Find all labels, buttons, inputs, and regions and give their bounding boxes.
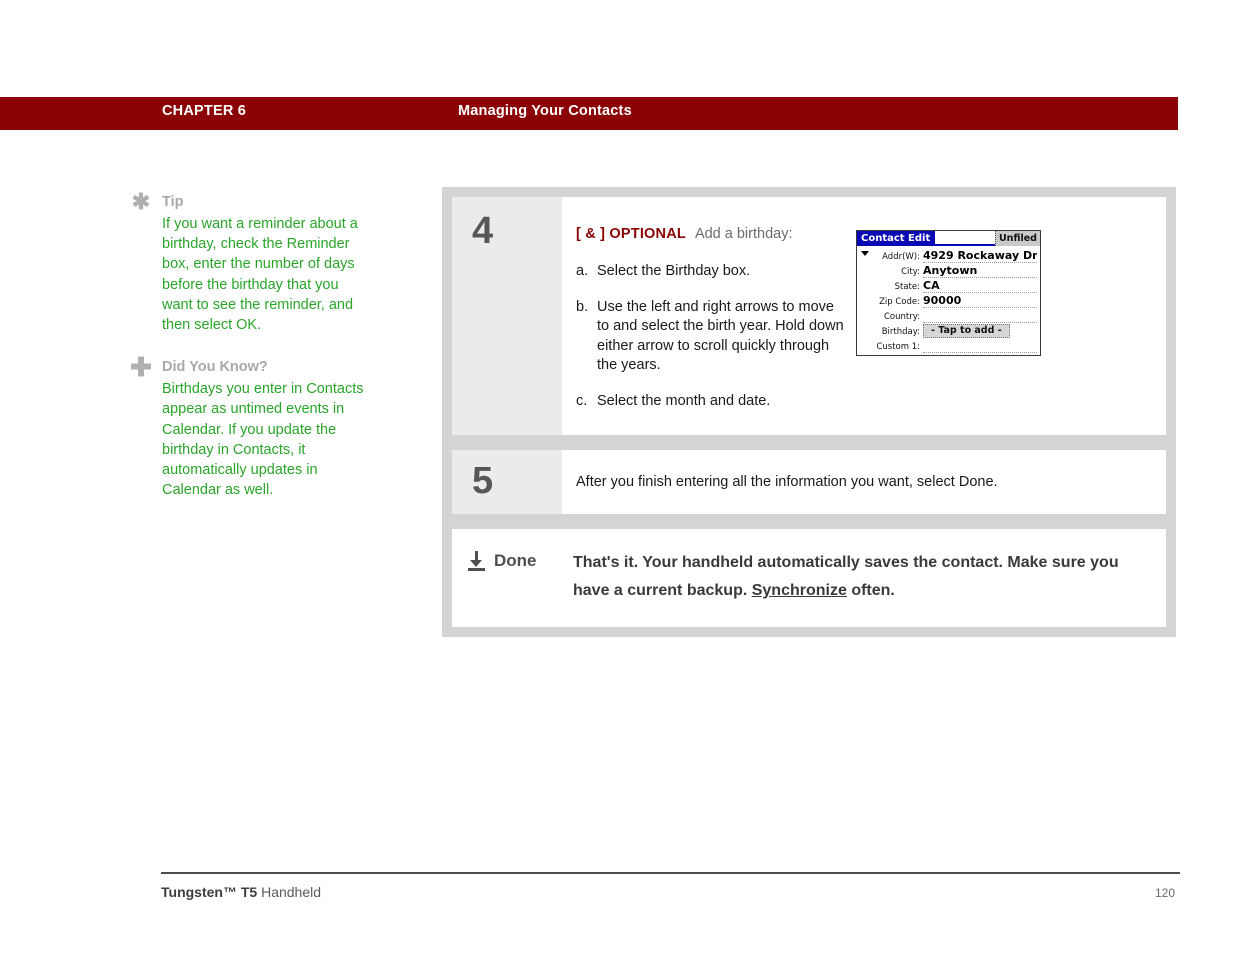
note-did-you-know-heading: Did You Know? <box>162 359 268 376</box>
done-block: Done That's it. Your handheld automatica… <box>452 529 1166 627</box>
device-row-state: State: CA <box>859 279 1037 293</box>
page-header-bar: CHAPTER 6 Managing Your Contacts <box>0 97 1178 130</box>
optional-badge: [ & ] OPTIONAL <box>576 226 686 242</box>
done-text: That's it. Your handheld automatically s… <box>573 549 1146 605</box>
footer-divider <box>161 872 1180 874</box>
asterisk-icon: ✱ <box>131 189 151 214</box>
footer-page-number: 120 <box>1155 886 1176 900</box>
device-label-country: Country: <box>883 312 920 322</box>
device-label-birthday: Birthday: <box>881 327 920 337</box>
note-did-you-know-body: Did You Know? Birthdays you enter in Con… <box>162 357 370 500</box>
note-did-you-know-text: Birthdays you enter in Contacts appear a… <box>162 381 364 499</box>
device-value-city[interactable]: Anytown <box>923 265 1037 278</box>
substep-c-text: Select the month and date. <box>597 392 771 409</box>
note-tip-heading: Tip <box>162 194 184 210</box>
device-title-bar: Contact Edit Unfiled <box>857 231 1040 246</box>
device-category-badge[interactable]: Unfiled <box>994 231 1040 246</box>
substep-a-text: Select the Birthday box. <box>597 263 751 279</box>
footer-product-bold: Tungsten™ T5 <box>161 884 258 900</box>
device-value-state[interactable]: CA <box>923 280 1037 293</box>
optional-description: Add a birthday: <box>694 226 793 242</box>
substep-a-marker: a. <box>576 263 589 279</box>
device-row-city: City: Anytown <box>859 264 1037 278</box>
device-row-birthday: Birthday: - Tap to add - <box>859 324 1037 338</box>
step-5-number: 5 <box>472 460 494 502</box>
device-title: Contact Edit <box>857 231 936 246</box>
step-5-text: After you finish entering all the inform… <box>576 474 998 490</box>
tap-to-add-button[interactable]: - Tap to add - <box>923 324 1010 338</box>
steps-panel: 4 [ & ] OPTIONAL Add a birthday: a. Selec… <box>442 187 1176 637</box>
device-label-city: City: <box>901 267 920 277</box>
device-row-address: Addr(W): 4929 Rockaway Dr. <box>859 249 1037 263</box>
device-row-zip: Zip Code: 90000 <box>859 294 1037 308</box>
step-4-content: [ & ] OPTIONAL Add a birthday: a. Select … <box>562 197 1166 435</box>
done-text-part2: often. <box>846 582 895 599</box>
step-4-optional-line: [ & ] OPTIONAL Add a birthday: <box>576 225 846 244</box>
synchronize-link[interactable]: Synchronize <box>752 582 847 599</box>
sidebar-notes: ✱ Tip If you want a reminder about a bir… <box>130 189 370 522</box>
substep-b-text: Use the left and right arrows to move to… <box>597 298 844 374</box>
step-4: 4 [ & ] OPTIONAL Add a birthday: a. Selec… <box>452 197 1166 435</box>
substep-c: c. Select the month and date. <box>576 392 846 412</box>
footer-product-rest: Handheld <box>257 884 322 900</box>
step-5-content: After you finish entering all the inform… <box>562 450 1166 514</box>
footer-product-name: Tungsten™ T5 Handheld <box>161 884 321 900</box>
substep-c-marker: c. <box>576 392 588 409</box>
step-5-number-column: 5 <box>452 450 562 514</box>
device-field-rows: Addr(W): 4929 Rockaway Dr. City: Anytown… <box>857 246 1040 353</box>
substep-b-marker: b. <box>576 298 589 315</box>
note-tip-text: If you want a reminder about a birthday,… <box>162 216 358 334</box>
page-title: Managing Your Contacts <box>458 103 632 119</box>
dropdown-caret-icon[interactable] <box>861 251 869 256</box>
step-4-text-column: [ & ] OPTIONAL Add a birthday: a. Select … <box>576 225 846 411</box>
step-5: 5 After you finish entering all the info… <box>452 450 1166 514</box>
note-did-you-know: ✚ Did You Know? Birthdays you enter in C… <box>130 352 370 500</box>
device-row-custom1: Custom 1: <box>859 339 1037 353</box>
done-label-column: Done <box>468 549 573 605</box>
device-value-zip[interactable]: 90000 <box>923 295 1037 308</box>
device-title-fill <box>935 231 995 246</box>
chapter-label: CHAPTER 6 <box>162 103 246 119</box>
step-4-number-column: 4 <box>452 197 562 435</box>
note-tip-body: Tip If you want a reminder about a birth… <box>162 192 370 335</box>
device-label-state: State: <box>894 282 920 292</box>
step-4-substeps: a. Select the Birthday box. b. Use the l… <box>576 262 846 411</box>
step-4-number: 4 <box>472 210 494 252</box>
download-arrow-icon <box>468 551 485 571</box>
device-value-custom1[interactable] <box>923 341 1037 353</box>
contact-edit-screenshot: Contact Edit Unfiled Addr(W): 4929 Rocka… <box>856 230 1041 356</box>
device-value-birthday: - Tap to add - <box>923 324 1037 338</box>
device-value-country[interactable] <box>923 311 1037 323</box>
device-label-zip: Zip Code: <box>879 297 920 307</box>
device-label-custom1: Custom 1: <box>876 342 920 352</box>
device-value-address[interactable]: 4929 Rockaway Dr. <box>923 250 1037 263</box>
done-label: Done <box>494 551 537 570</box>
substep-b: b. Use the left and right arrows to move… <box>576 298 846 376</box>
substep-a: a. Select the Birthday box. <box>576 262 846 282</box>
device-row-country: Country: <box>859 309 1037 323</box>
plus-icon: ✚ <box>130 352 152 383</box>
note-tip: ✱ Tip If you want a reminder about a bir… <box>130 189 370 335</box>
